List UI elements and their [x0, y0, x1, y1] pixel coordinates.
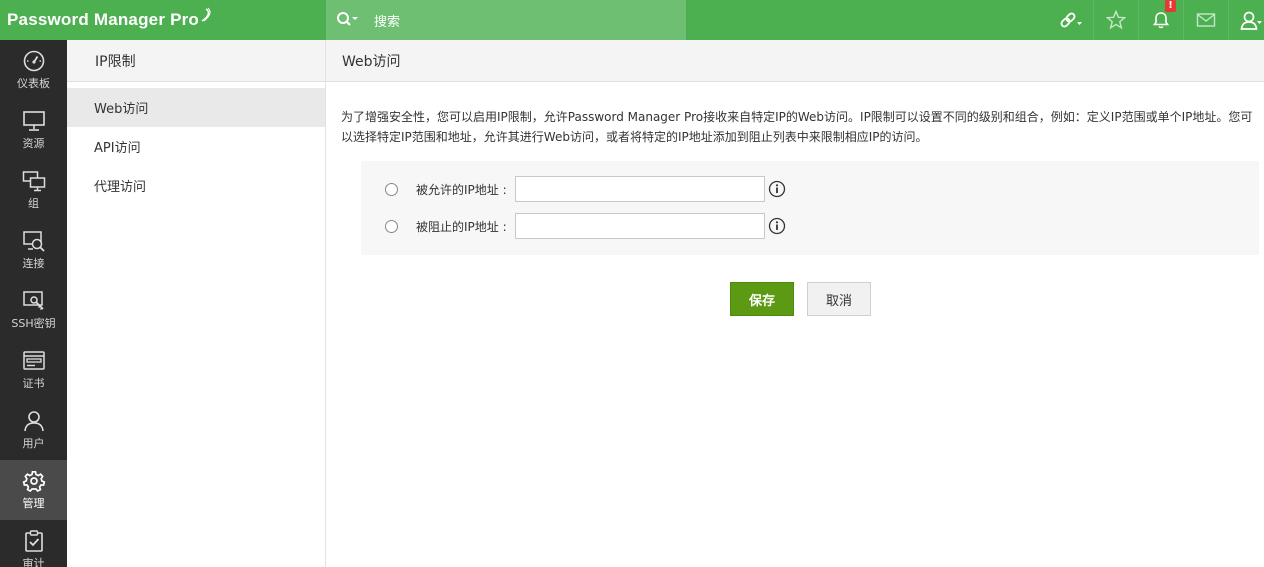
cancel-button[interactable]: 取消 [807, 282, 871, 316]
allowed-ip-input[interactable] [515, 176, 765, 202]
sub-sidebar-item-web-access[interactable]: Web访问 [67, 88, 325, 127]
sub-sidebar-item-agent-access[interactable]: 代理访问 [67, 166, 325, 205]
form-actions: 保存 取消 [730, 282, 871, 316]
search-icon[interactable] [336, 11, 360, 29]
nav-item-label: 组 [28, 197, 39, 210]
user-icon [23, 411, 44, 432]
nav-item-users[interactable]: 用户 [0, 400, 67, 460]
bell-icon[interactable]: ! [1138, 0, 1183, 40]
sub-sidebar-item-api-access[interactable]: API访问 [67, 127, 325, 166]
monitor-icon [22, 111, 45, 131]
nav-item-label: 资源 [22, 137, 45, 150]
main-content: Web访问 为了增强安全性，您可以启用IP限制，允许Password Manag… [326, 40, 1264, 567]
groups-icon [22, 171, 45, 192]
blocked-ip-label: 被阻止的IP地址 : [416, 219, 507, 234]
left-nav: 仪表板 资源 组 连接 SSH密钥 证书 用户 管理 审计 [0, 40, 67, 567]
sub-sidebar: IP限制 Web访问 API访问 代理访问 [67, 40, 326, 567]
connection-icon [22, 231, 45, 252]
mail-icon[interactable] [1183, 0, 1228, 40]
info-icon[interactable] [768, 180, 786, 198]
blocked-ip-input[interactable] [515, 213, 765, 239]
ssh-key-icon [22, 291, 44, 311]
page-title: Web访问 [326, 40, 1264, 82]
logo-swoosh-icon [201, 7, 211, 22]
nav-item-dashboard[interactable]: 仪表板 [0, 40, 67, 100]
audit-icon [24, 530, 43, 552]
link-icon[interactable] [1048, 0, 1093, 40]
allowed-ip-radio[interactable] [385, 182, 398, 196]
sub-sidebar-title: IP限制 [67, 40, 325, 82]
nav-item-label: 用户 [22, 437, 45, 450]
nav-item-certificates[interactable]: 证书 [0, 340, 67, 400]
nav-item-ssh-keys[interactable]: SSH密钥 [0, 280, 67, 340]
ip-restriction-form: 被允许的IP地址 : 被阻止的IP地址 : [361, 161, 1259, 255]
nav-item-label: 连接 [22, 257, 45, 270]
nav-item-label: 证书 [22, 377, 45, 390]
nav-item-resources[interactable]: 资源 [0, 100, 67, 160]
allowed-ip-label: 被允许的IP地址 : [416, 182, 507, 197]
certificate-icon [22, 351, 45, 370]
user-profile-icon[interactable] [1228, 0, 1264, 40]
nav-item-connections[interactable]: 连接 [0, 220, 67, 280]
nav-item-groups[interactable]: 组 [0, 160, 67, 220]
info-icon[interactable] [768, 217, 786, 235]
logo[interactable]: Password Manager Pro [7, 6, 212, 34]
notification-badge: ! [1165, 0, 1176, 12]
nav-item-audit[interactable]: 审计 [0, 520, 67, 567]
blocked-ip-row: 被阻止的IP地址 : [385, 213, 786, 239]
nav-item-admin[interactable]: 管理 [0, 460, 67, 520]
description-text: 为了增强安全性，您可以启用IP限制，允许Password Manager Pro… [341, 110, 1253, 144]
blocked-ip-radio[interactable] [385, 219, 398, 233]
nav-item-label: 审计 [22, 557, 45, 567]
logo-text: Password Manager Pro [7, 10, 200, 29]
nav-item-label: 管理 [22, 497, 45, 510]
search-label: 搜索 [374, 14, 401, 30]
top-bar: Password Manager Pro 搜索 ! [0, 0, 1264, 40]
save-button[interactable]: 保存 [730, 282, 794, 316]
dashboard-icon [23, 50, 44, 72]
allowed-ip-row: 被允许的IP地址 : [385, 176, 786, 202]
nav-item-label: SSH密钥 [11, 317, 56, 330]
search-bar[interactable]: 搜索 [326, 0, 686, 40]
star-icon[interactable] [1093, 0, 1138, 40]
gear-icon [22, 470, 45, 492]
nav-item-label: 仪表板 [17, 77, 50, 90]
